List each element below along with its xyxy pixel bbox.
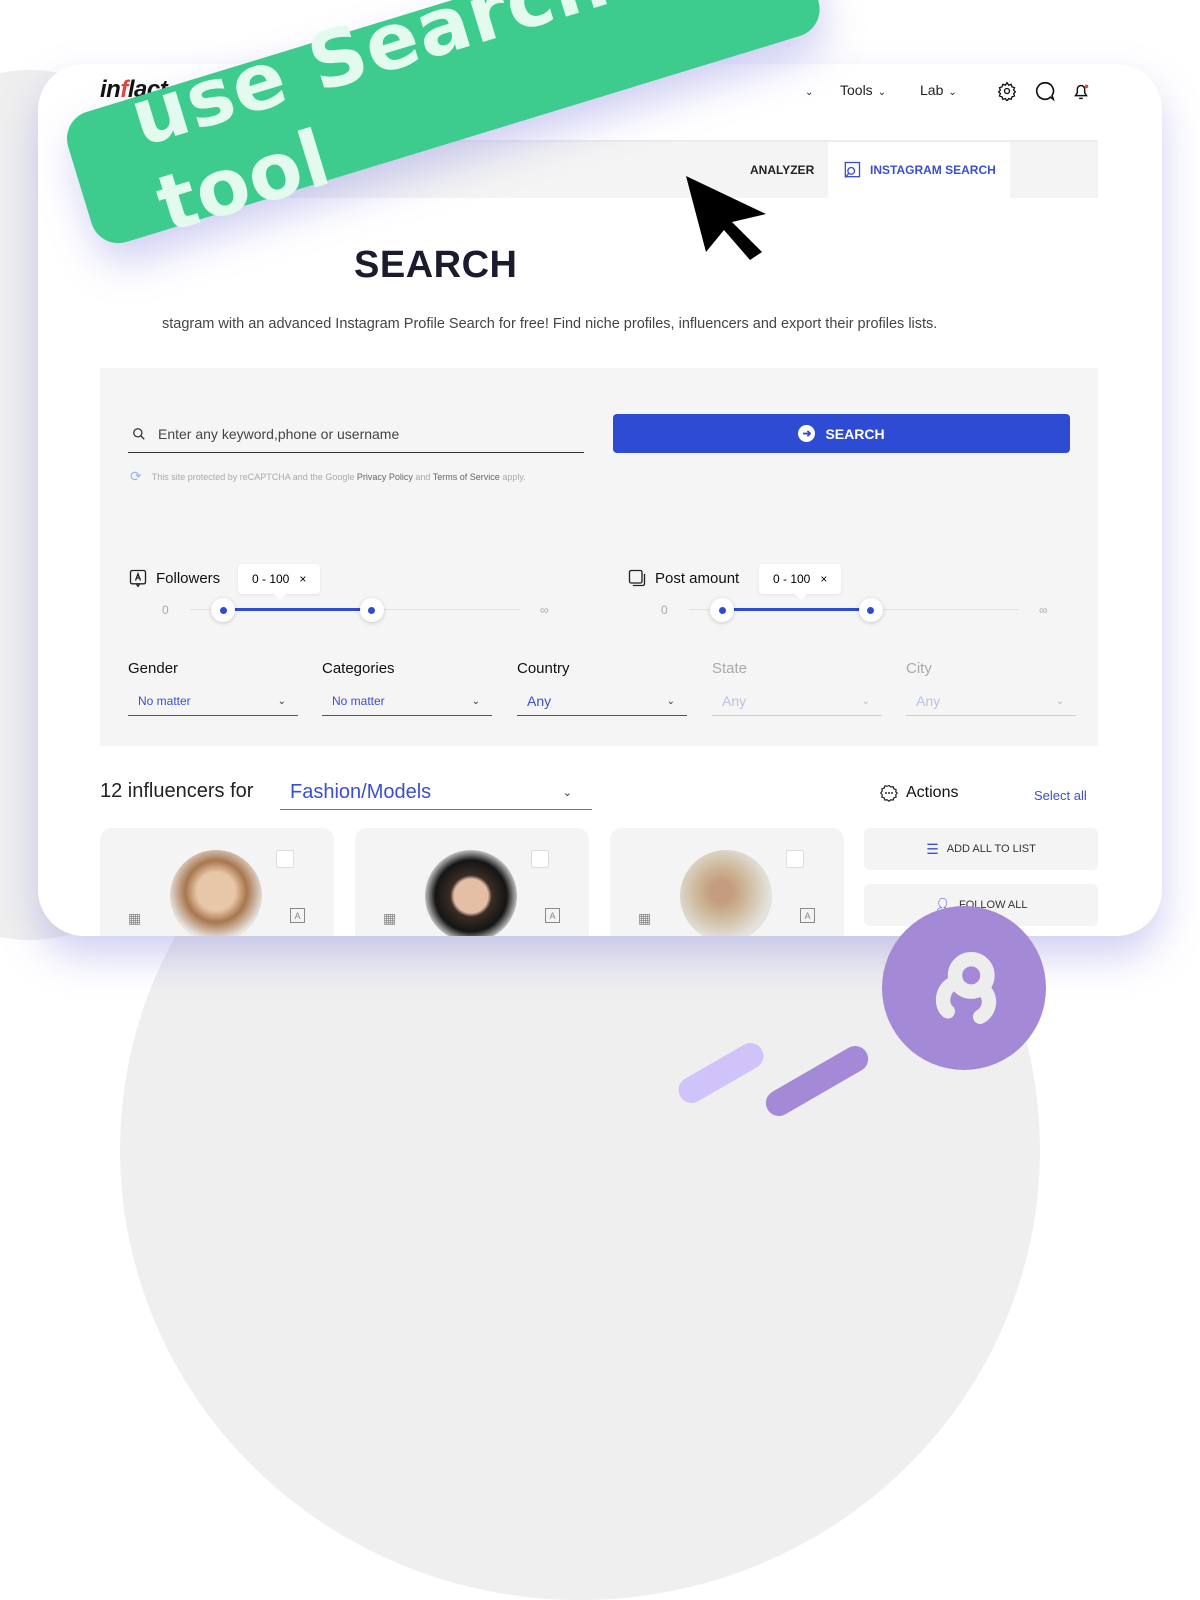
search-button[interactable]: ➜ SEARCH xyxy=(613,414,1070,453)
clear-icon[interactable]: × xyxy=(820,572,827,586)
privacy-policy-link[interactable]: Privacy Policy xyxy=(357,472,413,482)
slider-fill xyxy=(722,608,871,611)
results-count: 12 influencers for xyxy=(100,780,254,802)
nav-dropdown-hidden[interactable]: ⌄ xyxy=(800,82,813,98)
chevron-down-icon: ⌄ xyxy=(666,695,675,707)
slider-fill xyxy=(223,608,372,611)
slider-thumb-max[interactable] xyxy=(858,598,883,622)
select-checkbox[interactable] xyxy=(786,850,804,868)
grid-icon[interactable]: ▦ xyxy=(638,910,651,927)
followers-slider-track[interactable] xyxy=(190,598,520,622)
state-select[interactable]: Any ⌄ xyxy=(712,687,882,716)
nav-lab[interactable]: Lab ⌄ xyxy=(920,82,957,98)
add-all-to-list-button[interactable]: ☰ ADD ALL TO LIST xyxy=(864,828,1098,870)
actions-badge-icon xyxy=(880,784,898,802)
search-panel: ⟳ This site protected by reCAPTCHA and t… xyxy=(100,368,1098,746)
search-input[interactable] xyxy=(156,425,580,443)
bell-icon[interactable] xyxy=(1070,80,1092,102)
page-title: SEARCH xyxy=(354,244,518,286)
chevron-down-icon: ⌄ xyxy=(1055,695,1064,707)
followers-range-badge: 0 - 100 × xyxy=(238,564,321,600)
post-amount-slider-track[interactable] xyxy=(689,598,1019,622)
profile-icon[interactable]: A xyxy=(800,908,815,923)
post-amount-range: Post amount 0 - 100 × 0 ∞ xyxy=(627,564,1067,628)
brand-logo-icon xyxy=(935,952,997,1024)
chevron-down-icon: ⌄ xyxy=(948,87,957,98)
profile-icon[interactable]: A xyxy=(545,908,560,923)
categories-select[interactable]: No matter ⌄ xyxy=(322,687,492,716)
profile-icon[interactable]: A xyxy=(290,908,305,923)
filter-city: City Any ⌄ xyxy=(906,660,1076,716)
filter-categories: Categories No matter ⌄ xyxy=(322,660,492,716)
filter-gender: Gender No matter ⌄ xyxy=(128,660,298,716)
terms-link[interactable]: Terms of Service xyxy=(433,472,500,482)
page-description: stagram with an advanced Instagram Profi… xyxy=(162,316,938,332)
influencer-card[interactable]: ▦ A xyxy=(355,828,589,936)
grid-icon[interactable]: ▦ xyxy=(383,910,396,927)
chat-icon[interactable] xyxy=(1034,80,1056,102)
select-checkbox[interactable] xyxy=(531,850,549,868)
slider-thumb-min[interactable] xyxy=(710,598,734,622)
chevron-down-icon: ⌄ xyxy=(877,87,887,98)
brand-badge xyxy=(882,906,1046,1070)
clear-icon[interactable]: × xyxy=(299,572,306,586)
add-list-icon: ☰ xyxy=(926,840,939,857)
avatar xyxy=(170,850,262,936)
recaptcha-notice: ⟳ This site protected by reCAPTCHA and t… xyxy=(130,468,526,484)
chevron-down-icon: ⌄ xyxy=(277,695,286,707)
chevron-down-icon: ⌄ xyxy=(562,787,572,799)
select-all-link[interactable]: Select all xyxy=(1034,788,1087,803)
search-icon xyxy=(133,428,145,440)
cursor-icon xyxy=(686,176,766,260)
tab-instagram-search[interactable]: INSTAGRAM SEARCH xyxy=(828,142,1010,198)
arrow-right-icon: ➜ xyxy=(798,425,816,442)
posts-icon xyxy=(628,569,646,587)
gear-icon[interactable] xyxy=(996,80,1018,102)
post-amount-range-badge: 0 - 100 × xyxy=(759,564,842,600)
chevron-down-icon: ⌄ xyxy=(471,695,480,707)
chevron-down-icon: ⌄ xyxy=(805,87,814,98)
filter-country: Country Any ⌄ xyxy=(517,660,687,716)
category-select[interactable]: Fashion/Models ⌄ xyxy=(280,776,592,810)
followers-label: Followers xyxy=(156,569,221,587)
country-select[interactable]: Any ⌄ xyxy=(517,687,687,716)
search-field[interactable] xyxy=(128,416,584,453)
followers-icon xyxy=(129,569,147,588)
grid-icon[interactable]: ▦ xyxy=(128,910,141,927)
select-checkbox[interactable] xyxy=(276,850,294,868)
avatar xyxy=(425,850,517,936)
followers-range: Followers 0 - 100 × 0 ∞ xyxy=(128,564,568,628)
post-amount-label: Post amount xyxy=(655,569,740,587)
avatar xyxy=(680,850,772,936)
slider-thumb-max[interactable] xyxy=(359,598,384,622)
slider-thumb-min[interactable] xyxy=(211,598,235,622)
city-select[interactable]: Any ⌄ xyxy=(906,687,1076,716)
filter-state: State Any ⌄ xyxy=(712,660,882,716)
influencer-card[interactable]: ▦ A xyxy=(100,828,334,936)
influencer-card[interactable]: ▦ A xyxy=(610,828,844,936)
chevron-down-icon: ⌄ xyxy=(861,695,870,707)
nav-tools[interactable]: Tools ⌄ xyxy=(840,82,886,98)
actions-header: Actions xyxy=(880,784,958,802)
search-profile-icon xyxy=(844,161,861,178)
gender-select[interactable]: No matter ⌄ xyxy=(128,687,298,716)
recaptcha-icon: ⟳ xyxy=(130,468,142,484)
